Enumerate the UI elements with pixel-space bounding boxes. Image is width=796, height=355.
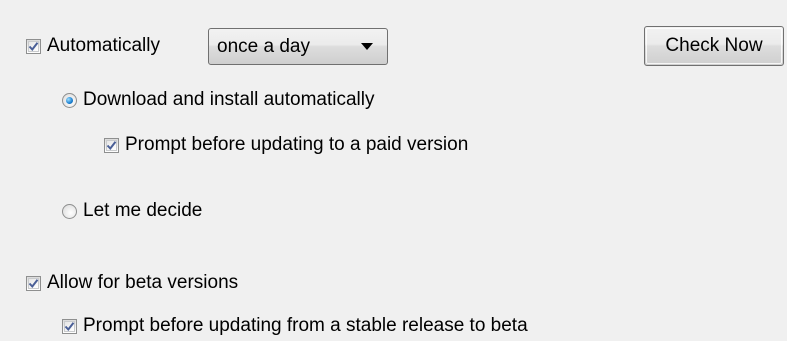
download-install-radio[interactable] [62, 92, 77, 108]
prompt-stable-beta-label: Prompt before updating from a stable rel… [83, 315, 528, 336]
update-settings-panel: Automatically once a day Check Now Downl… [0, 0, 787, 341]
allow-beta-checkbox[interactable] [26, 275, 41, 291]
frequency-selected-value: once a day [217, 35, 310, 57]
let-me-decide-label: Let me decide [83, 200, 203, 221]
check-icon [106, 140, 117, 150]
check-icon [28, 41, 39, 51]
allow-beta-label: Allow for beta versions [47, 272, 239, 293]
automatically-checkbox-row[interactable]: Automatically [26, 34, 160, 58]
prompt-paid-checkbox-row[interactable]: Prompt before updating to a paid version [104, 133, 468, 157]
automatically-checkbox[interactable] [26, 38, 41, 54]
download-install-radio-row[interactable]: Download and install automatically [62, 88, 375, 112]
let-me-decide-radio[interactable] [62, 203, 77, 219]
prompt-paid-checkbox[interactable] [104, 137, 119, 153]
chevron-down-icon[interactable] [361, 43, 373, 50]
prompt-paid-label: Prompt before updating to a paid version [125, 134, 469, 155]
frequency-dropdown[interactable]: once a day [208, 28, 388, 65]
download-install-label: Download and install automatically [83, 89, 375, 110]
radio-selected-dot [66, 96, 73, 104]
allow-beta-checkbox-row[interactable]: Allow for beta versions [26, 271, 238, 295]
check-now-button[interactable]: Check Now [644, 26, 784, 66]
prompt-stable-beta-checkbox[interactable] [62, 318, 77, 334]
automatically-label: Automatically [47, 35, 160, 56]
let-me-decide-radio-row[interactable]: Let me decide [62, 199, 202, 223]
check-icon [28, 278, 39, 288]
check-icon [64, 321, 75, 331]
prompt-stable-beta-checkbox-row[interactable]: Prompt before updating from a stable rel… [62, 314, 528, 338]
